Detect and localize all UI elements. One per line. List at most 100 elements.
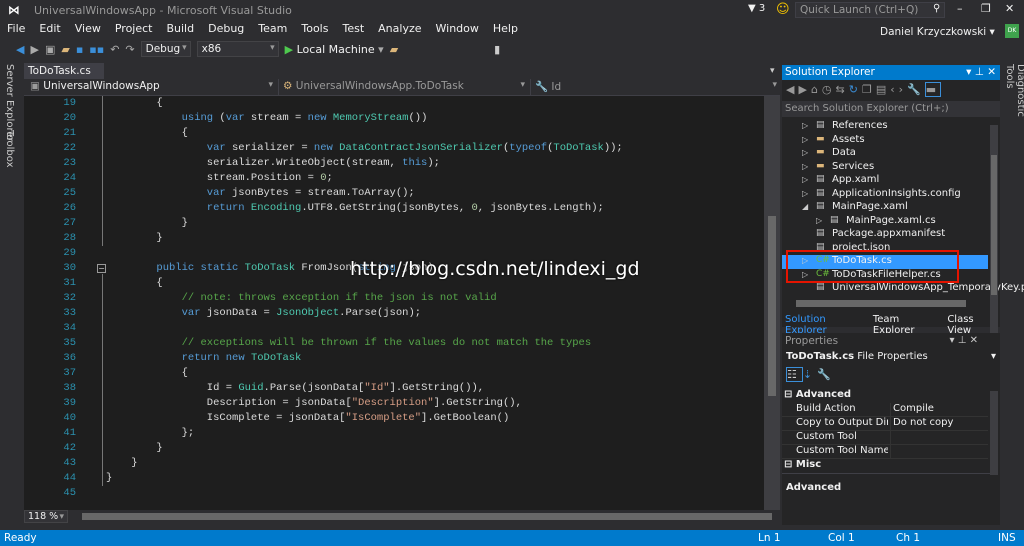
menu-analyze[interactable]: Analyze [371, 22, 428, 38]
menu-project[interactable]: Project [108, 22, 160, 38]
property-grid-scrollbar[interactable] [990, 391, 998, 475]
expander-icon[interactable]: ▷ [802, 121, 808, 130]
new-project-icon[interactable]: ▣ [45, 43, 55, 56]
close-button[interactable]: ✕ [1005, 2, 1014, 15]
property-value[interactable]: Do not copy [890, 417, 988, 431]
tree-horizontal-scrollbar[interactable] [796, 300, 966, 307]
forward-icon[interactable]: ▶ [30, 43, 38, 56]
notifications-button[interactable]: ▼ 3 [748, 3, 765, 14]
expander-icon[interactable]: ▷ [816, 216, 822, 225]
zoom-dropdown[interactable]: 118 % [24, 510, 68, 523]
feedback-smiley-icon[interactable]: ☺ [776, 2, 790, 17]
scroll-thumb[interactable] [768, 216, 776, 396]
menu-test[interactable]: Test [335, 22, 371, 38]
tree-item[interactable]: ▤ Package.appxmanifest [782, 228, 988, 242]
menu-build[interactable]: Build [159, 22, 201, 38]
tree-item[interactable]: ▷ ▬ Services [782, 161, 988, 175]
menu-help[interactable]: Help [486, 22, 525, 38]
tree-item[interactable]: ▷ ▬ Data [782, 147, 988, 161]
collapse-icon[interactable]: ⊟ [784, 389, 796, 400]
pending-changes-icon[interactable]: ◷ [822, 83, 836, 96]
minimize-button[interactable]: – [957, 2, 963, 15]
member-dropdown[interactable]: 🔧 Id [530, 79, 780, 95]
tree-item[interactable]: ▤ UniversalWindowsApp_TemporaryKey.pfx [782, 282, 1024, 296]
open-file-icon[interactable]: ▰ [61, 43, 69, 56]
expander-icon[interactable]: ▷ [802, 135, 808, 144]
panel-window-controls[interactable]: ▾ ⊥ ✕ [966, 66, 996, 78]
property-row[interactable]: Custom Tool Namespace [782, 445, 988, 459]
menu-tools[interactable]: Tools [294, 22, 335, 38]
find-in-files-icon[interactable]: ▰ [390, 43, 398, 56]
solution-search-input[interactable]: Search Solution Explorer (Ctrl+;) [782, 101, 1000, 117]
preview-selected-icon[interactable]: ▬ [924, 82, 942, 97]
back-icon[interactable]: ◀ [16, 43, 24, 56]
menu-debug[interactable]: Debug [201, 22, 251, 38]
property-row[interactable]: Copy to Output DirectoryDo not copy [782, 417, 988, 431]
undo-icon[interactable]: ↶ [110, 43, 119, 56]
tab-overflow-icon[interactable]: ▾ [770, 66, 775, 76]
property-value[interactable] [890, 431, 988, 445]
property-row[interactable]: Custom Tool [782, 431, 988, 445]
property-value[interactable]: Compile [890, 403, 988, 417]
property-value[interactable] [890, 445, 988, 459]
tree-item[interactable]: ▷ ▤ References [782, 120, 988, 134]
tab-solution-explorer[interactable]: Solution Explorer [785, 314, 865, 336]
save-all-icon[interactable]: ▪▪ [89, 43, 104, 56]
forward-icon[interactable]: ▶ [798, 83, 810, 96]
project-dropdown[interactable]: ▣ UniversalWindowsApp [26, 79, 276, 95]
bookmark-icon[interactable]: ▮ [494, 43, 500, 56]
avatar[interactable]: DK [1005, 24, 1019, 38]
save-icon[interactable]: ▪ [76, 43, 83, 56]
property-category[interactable]: ⊟ Advanced [782, 389, 988, 403]
tree-item[interactable]: ◢ ▤ MainPage.xaml [782, 201, 988, 215]
property-category[interactable]: ⊟ Misc [782, 459, 988, 473]
restore-button[interactable]: ❐ [981, 2, 991, 15]
collapse-icon[interactable]: − [97, 264, 106, 273]
categorized-icon[interactable]: ☷ [786, 367, 803, 382]
property-row[interactable]: Build Action Compile [782, 403, 988, 417]
panel-window-controls[interactable]: ▾ ⊥ ✕ [950, 335, 978, 346]
search-icon[interactable]: ⚲ [933, 3, 940, 14]
properties-wrench-icon[interactable]: 🔧 [907, 83, 925, 96]
expander-icon[interactable]: ▷ [802, 175, 808, 184]
code-editor[interactable]: 19 20 21 22 23 24 25 26 27 28 29 30 31 32 33 34 35 36 37 38… [24, 96, 764, 510]
expander-icon[interactable]: ◢ [802, 202, 808, 211]
menu-window[interactable]: Window [429, 22, 486, 38]
menu-edit[interactable]: Edit [32, 22, 67, 38]
tab-todotask-cs[interactable]: ToDoTask.cs ✕ [24, 63, 104, 89]
redo-icon[interactable]: ↷ [125, 43, 134, 56]
solution-explorer-toolbar[interactable]: ◀▶⌂◷⇆↻❐▤‹›🔧▬ [786, 82, 942, 97]
menu-view[interactable]: View [68, 22, 108, 38]
property-pages-icon[interactable]: 🔧 [817, 368, 836, 381]
diagnostic-tools-tab[interactable]: Diagnostic Tools [1004, 64, 1024, 117]
tab-team-explorer[interactable]: Team Explorer [873, 314, 939, 336]
platform-dropdown[interactable]: x86 [196, 41, 279, 57]
menu-team[interactable]: Team [251, 22, 294, 38]
horizontal-scrollbar[interactable] [82, 513, 772, 520]
quick-launch-input[interactable]: Quick Launch (Ctrl+Q) [795, 2, 945, 18]
view-code-icon[interactable]: ‹› [890, 83, 907, 96]
alphabetical-sort-icon[interactable]: ⇣ [803, 368, 817, 381]
tree-item[interactable]: ▷ ▤ App.xaml [782, 174, 988, 188]
type-dropdown[interactable]: ⚙ UniversalWindowsApp.ToDoTask [278, 79, 528, 95]
back-icon[interactable]: ◀ [786, 83, 798, 96]
show-all-files-icon[interactable]: ▤ [876, 83, 890, 96]
tab-class-view[interactable]: Class View [947, 314, 997, 336]
tree-item[interactable]: ▷ ▤ ApplicationInsights.config [782, 188, 988, 202]
expander-icon[interactable]: ▷ [802, 148, 808, 157]
user-account[interactable]: Daniel Krzyczkowski ▾ [880, 26, 995, 38]
expander-icon[interactable]: ▷ [802, 189, 808, 198]
tree-item[interactable]: ▷ ▤ MainPage.xaml.cs [782, 215, 988, 229]
run-button[interactable]: ▶ Local Machine ▾ [285, 43, 384, 56]
toolbox-tab[interactable]: Toolbox [4, 130, 15, 168]
collapse-icon[interactable]: ⊟ [784, 459, 796, 470]
vertical-scrollbar[interactable] [764, 96, 780, 510]
expander-icon[interactable]: ▷ [802, 162, 808, 171]
collapse-all-icon[interactable]: ❐ [862, 83, 876, 96]
sync-icon[interactable]: ⇆ [836, 83, 849, 96]
object-selector[interactable]: ToDoTask.cs File Properties ▾ [782, 350, 1000, 365]
home-icon[interactable]: ⌂ [811, 83, 822, 96]
refresh-icon[interactable]: ↻ [849, 83, 862, 96]
configuration-dropdown[interactable]: Debug [140, 41, 191, 57]
menu-file[interactable]: File [0, 22, 32, 38]
